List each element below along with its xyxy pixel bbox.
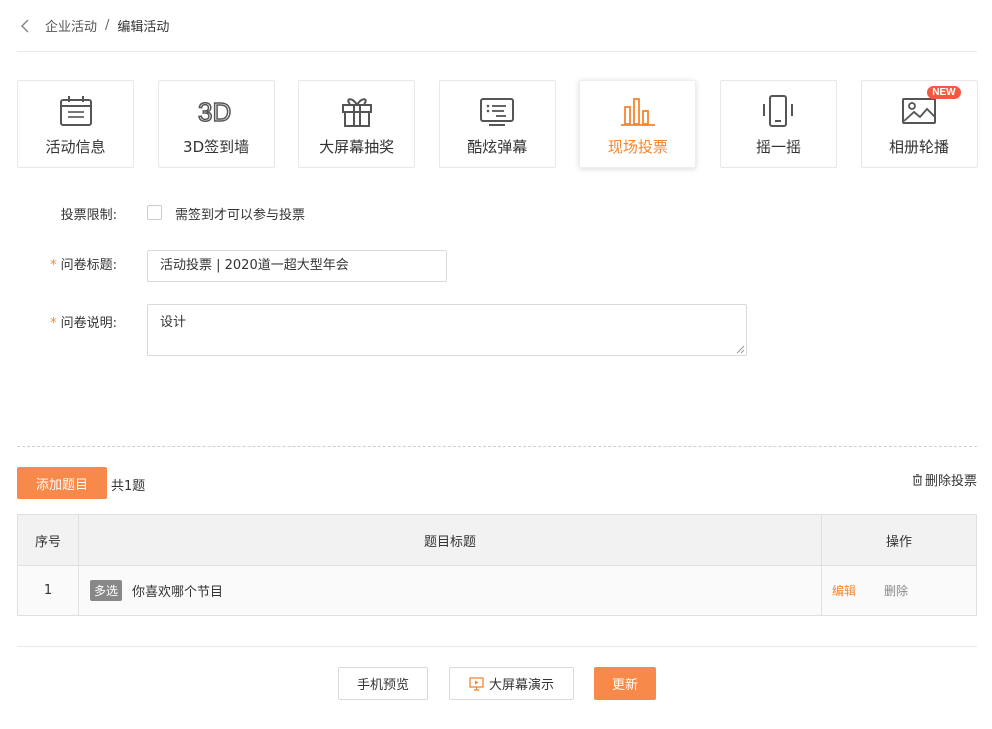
restriction-label: 投票限制:	[60, 208, 117, 223]
tab-label: 活动信息	[45, 138, 106, 156]
breadcrumb: 企业活动 / 编辑活动	[17, 0, 977, 52]
delete-vote-label: 删除投票	[924, 474, 977, 489]
tab-label: 摇一摇	[755, 138, 801, 156]
tab-label: 3D签到墙	[183, 138, 250, 156]
chevron-left-icon[interactable]	[17, 18, 33, 34]
tab-photo-carousel[interactable]: NEW 相册轮播	[860, 80, 978, 168]
edit-question-link[interactable]: 编辑	[832, 582, 856, 599]
screen-demo-label: 大屏幕演示	[488, 678, 554, 693]
calendar-icon	[59, 94, 93, 128]
row-index: 1	[43, 583, 53, 598]
gift-icon	[340, 94, 374, 128]
questionnaire-title-input[interactable]: 活动投票 | 2020道一超大型年会	[147, 250, 447, 282]
breadcrumb-current: 编辑活动	[117, 20, 170, 35]
questionnaire-desc-textarea[interactable]: 设计	[147, 304, 747, 356]
question-type-badge: 多选	[90, 580, 123, 601]
tab-danmaku[interactable]: 酷炫弹幕	[438, 80, 556, 168]
svg-text:3D: 3D	[198, 97, 231, 127]
tab-label: 酷炫弹幕	[467, 138, 528, 156]
phone-shake-icon	[760, 94, 796, 128]
desc-value: 设计	[160, 315, 187, 330]
trash-icon	[912, 473, 923, 486]
footer-divider	[17, 646, 977, 647]
col-header-title: 题目标题	[423, 534, 476, 550]
image-icon	[901, 94, 937, 128]
tab-live-voting[interactable]: 现场投票	[579, 80, 697, 168]
screen-play-icon	[469, 676, 484, 691]
question-title: 你喜欢哪个节目	[132, 585, 224, 600]
big-screen-demo-button[interactable]: 大屏幕演示	[449, 667, 574, 700]
col-header-actions: 操作	[885, 534, 912, 550]
required-mark: *	[50, 316, 57, 331]
update-button[interactable]: 更新	[594, 667, 656, 700]
tab-3d-signin-wall[interactable]: 3D 3D签到墙	[157, 80, 275, 168]
table-row: 1 多选 你喜欢哪个节目 编辑 删除	[18, 566, 976, 615]
form-row-title: * 问卷标题: 活动投票 | 2020道一超大型年会	[0, 250, 447, 282]
required-mark: *	[50, 258, 57, 273]
resize-handle-icon[interactable]	[736, 345, 745, 354]
questions-table: 序号 题目标题 操作 1 多选 你喜欢哪个节目 编辑 删除	[17, 514, 977, 616]
table-header: 序号 题目标题 操作	[18, 515, 976, 566]
tab-lottery[interactable]: 大屏幕抽奖	[298, 80, 416, 168]
feature-tabs: 活动信息 3D 3D签到墙 大屏幕抽奖 酷炫弹幕 现场投票 摇一摇 NEW 相册…	[17, 80, 978, 168]
title-label-text: 问卷标题:	[60, 258, 117, 273]
title-label: * 问卷标题:	[0, 250, 147, 282]
delete-vote-button[interactable]: 删除投票	[912, 470, 977, 489]
tab-activity-info[interactable]: 活动信息	[17, 80, 134, 168]
new-badge: NEW	[927, 86, 961, 99]
form-row-description: * 问卷说明: 设计	[0, 304, 747, 356]
dashed-divider	[17, 446, 977, 447]
mobile-preview-button[interactable]: 手机预览	[338, 667, 428, 700]
3d-icon: 3D	[196, 94, 236, 128]
breadcrumb-parent-link[interactable]: 企业活动	[45, 16, 97, 35]
add-question-button[interactable]: 添加题目	[17, 467, 107, 499]
tab-label: 现场投票	[607, 138, 668, 156]
question-count: 共1题	[111, 479, 146, 494]
tab-shake[interactable]: 摇一摇	[719, 80, 837, 168]
breadcrumb-separator: /	[105, 18, 110, 33]
signin-required-label[interactable]: 需签到才可以参与投票	[175, 204, 305, 223]
tab-label: 大屏幕抽奖	[319, 138, 395, 156]
danmaku-icon	[479, 94, 515, 128]
delete-question-link[interactable]: 删除	[884, 582, 908, 599]
bar-chart-icon	[620, 94, 656, 128]
col-header-index: 序号	[34, 534, 61, 550]
signin-required-checkbox[interactable]	[147, 205, 162, 220]
form-row-restriction: 投票限制: 需签到才可以参与投票	[0, 204, 305, 223]
desc-label-text: 问卷说明:	[60, 316, 117, 331]
desc-label: * 问卷说明:	[0, 304, 147, 331]
tab-label: 相册轮播	[889, 138, 950, 156]
